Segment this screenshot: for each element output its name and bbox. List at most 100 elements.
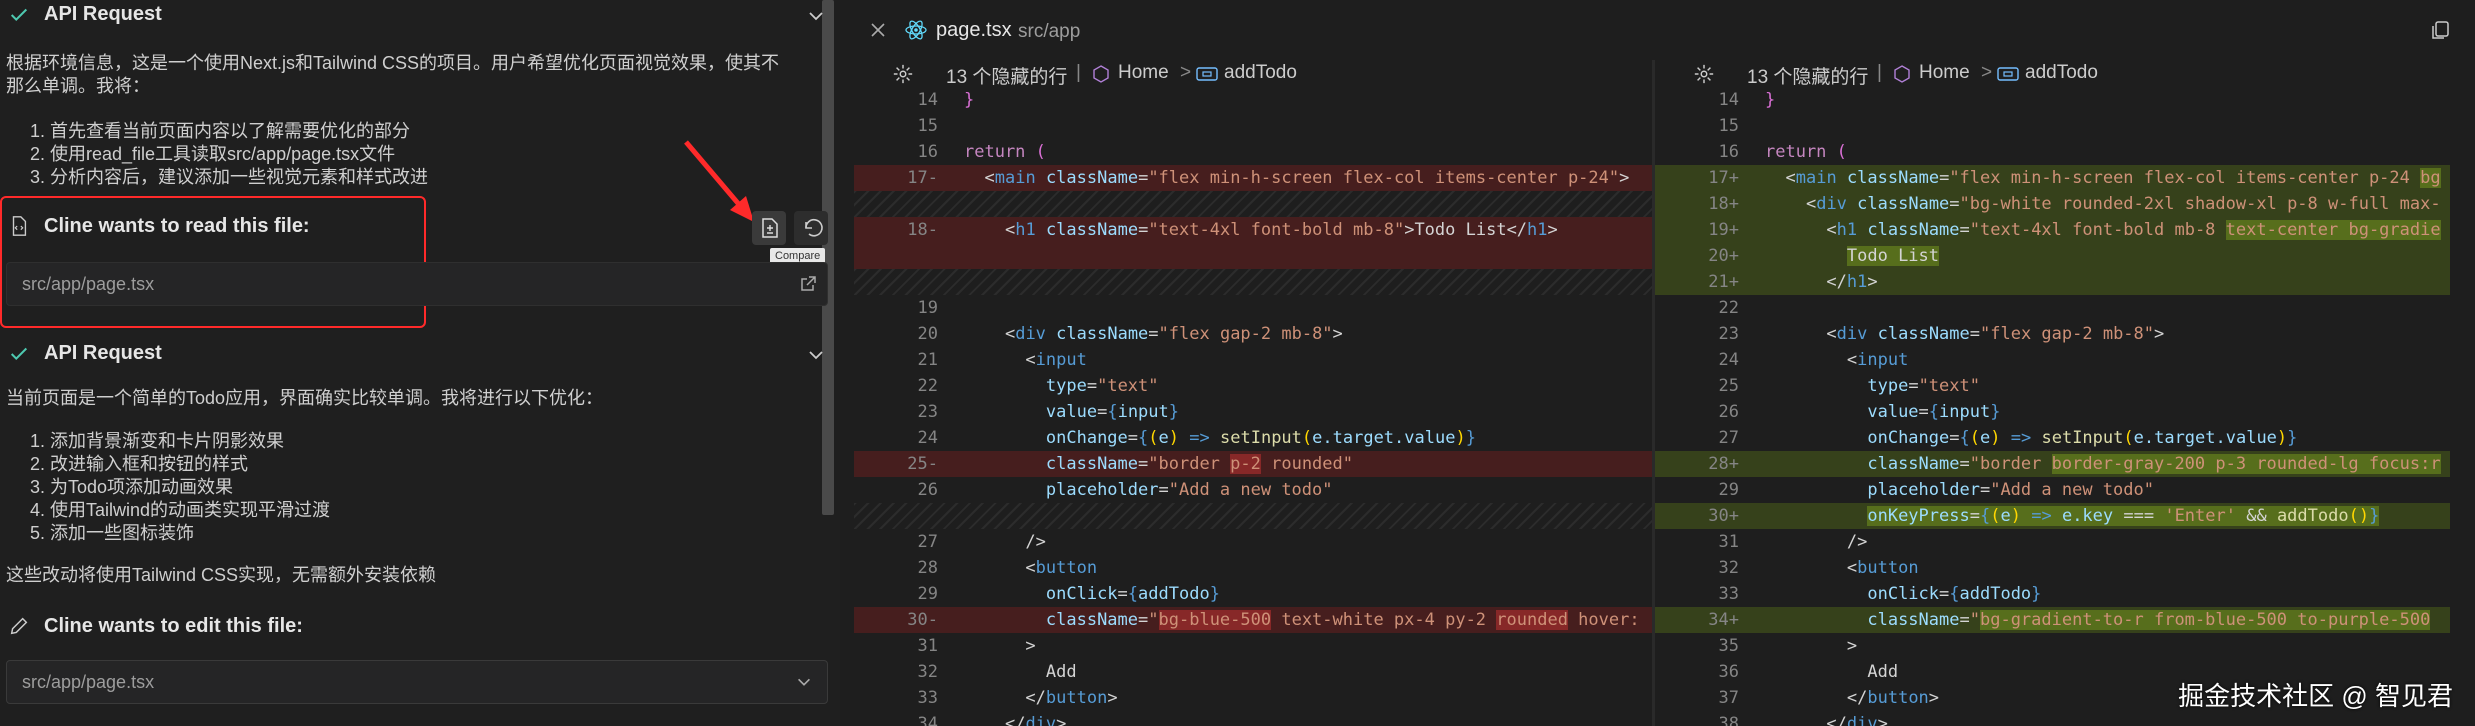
chevron-down-icon[interactable] <box>795 673 813 691</box>
undo-icon <box>805 218 823 237</box>
edit-file-title: Cline wants to edit this file: <box>44 615 303 637</box>
code-line: 34 </div> <box>917 714 1067 726</box>
code-line-filler <box>854 191 1652 217</box>
code-line: 15 <box>917 116 938 136</box>
code-line-deleted: 18- <h1 className="text-4xl font-bold mb… <box>854 217 1652 269</box>
chevron-down-icon[interactable] <box>806 6 826 26</box>
api-request-header-2[interactable]: API Request <box>0 339 830 373</box>
tab-file-name[interactable]: page.tsx <box>936 19 1012 42</box>
tab-file-path: src/app <box>1018 21 1081 42</box>
hidden-lines-label[interactable]: 13 个隐藏的行 <box>946 62 1067 89</box>
component-icon <box>1894 65 1910 83</box>
cline-chat-panel: API Request 根据环境信息，这是一个使用Next.js和Tailwin… <box>0 0 840 726</box>
code-line: 27 onChange={(e) => setInput(e.target.va… <box>1718 428 2298 448</box>
edit-file-path-row[interactable]: src/app/page.tsx <box>6 660 828 704</box>
breadcrumb: 13 个隐藏的行 | Home > addTodo <box>1655 60 2450 88</box>
list-item: 1. 添加背景渐变和卡片阴影效果 <box>30 431 285 451</box>
editor-tab-bar: page.tsx src/app <box>854 0 2475 60</box>
check-icon <box>10 8 28 22</box>
code-line: 16 return ( <box>917 142 1046 162</box>
read-file-path-row[interactable]: src/app/page.tsx <box>6 262 828 306</box>
list-item: 2. 使用read_file工具读取src/app/page.tsx文件 <box>30 144 396 164</box>
code-line: 21 <input <box>917 350 1087 370</box>
code-line: 32 <button <box>1718 558 1919 578</box>
watermark: 掘金技术社区 @ 智见君 <box>2178 681 2453 711</box>
code-line: 20 <div className="flex gap-2 mb-8"> <box>917 324 1343 344</box>
summary-text: 这些改动将使用Tailwind CSS实现，无需额外安装依赖 <box>6 565 437 585</box>
gear-icon[interactable] <box>1693 63 1715 85</box>
code-line: 33 onClick={addTodo} <box>1718 584 2042 604</box>
breadcrumb-separator: | <box>1076 62 1081 83</box>
code-line: 29 onClick={addTodo} <box>917 584 1220 604</box>
breadcrumb-function[interactable]: addTodo <box>2025 62 2098 84</box>
compare-button[interactable] <box>752 211 786 245</box>
diff-icon <box>762 218 778 238</box>
analysis-text: 当前页面是一个简单的Todo应用，界面确实比较单调。我将进行以下优化： <box>6 388 604 408</box>
file-code-icon <box>12 216 27 236</box>
breadcrumb-function[interactable]: addTodo <box>1224 62 1297 84</box>
code-line: 14} <box>1718 90 1776 110</box>
code-lines[interactable]: 14} 15 16 return ( 17+ <main className="f… <box>1655 87 2450 726</box>
list-item: 2. 改进输入框和按钮的样式 <box>30 454 249 474</box>
code-line-deleted: 25- className="border p-2 rounded" <box>854 451 1652 477</box>
code-line-added: 30+ onKeyPress={(e) => e.key === 'Enter'… <box>1655 503 2450 529</box>
code-line-deleted: 30- className="bg-blue-500 text-white px… <box>854 607 1652 633</box>
code-line: 31 > <box>917 636 1036 656</box>
api-request-title: API Request <box>44 3 162 25</box>
list-item: 1. 首先查看当前页面内容以了解需要优化的部分 <box>30 121 411 141</box>
code-line: 24 onChange={(e) => setInput(e.target.va… <box>917 428 1476 448</box>
list-item: 4. 使用Tailwind的动画类实现平滑过渡 <box>30 500 331 520</box>
list-item: 3. 为Todo项添加动画效果 <box>30 477 234 497</box>
breadcrumb-home[interactable]: Home <box>1118 62 1169 84</box>
code-line: 14} <box>917 90 975 110</box>
pencil-icon <box>10 617 28 635</box>
breadcrumb-arrow: > <box>1180 62 1192 83</box>
plan-list: 1. 首先查看当前页面内容以了解需要优化的部分 2. 使用read_file工具… <box>30 120 428 189</box>
read-file-title: Cline wants to read this file: <box>44 215 310 237</box>
code-line-filler <box>854 269 1652 295</box>
code-line: 22 type="text" <box>917 376 1159 396</box>
code-line: 27 /> <box>917 532 1046 552</box>
variable-icon <box>1196 67 1218 81</box>
breadcrumb: 13 个隐藏的行 | Home > addTodo <box>854 60 1652 88</box>
copy-icon[interactable] <box>2428 18 2452 42</box>
code-line-added: 19+ <h1 className="text-4xl font-bold mb… <box>1655 217 2450 243</box>
intro-text: 根据环境信息，这是一个使用Next.js和Tailwind CSS的项目。用户希… <box>6 53 780 96</box>
code-line: 26 value={input} <box>1718 402 2001 422</box>
modified-pane[interactable]: 13 个隐藏的行 | Home > addTodo 14} 15 16 retur… <box>1652 60 2450 726</box>
open-external-icon[interactable] <box>798 274 818 294</box>
chevron-down-icon[interactable] <box>806 345 826 365</box>
code-line-added: 34+ className="bg-gradient-to-r from-blu… <box>1655 607 2450 633</box>
breadcrumb-home[interactable]: Home <box>1919 62 1970 84</box>
close-icon[interactable] <box>866 18 890 42</box>
hidden-lines-label[interactable]: 13 个隐藏的行 <box>1747 62 1868 89</box>
code-line: 26 placeholder="Add a new todo" <box>917 480 1333 500</box>
code-line: 32 Add <box>917 662 1077 682</box>
code-line-filler <box>854 503 1652 529</box>
code-line: 29 placeholder="Add a new todo" <box>1718 480 2154 500</box>
code-line-added: 18+ <div className="bg-white rounded-2xl… <box>1655 191 2450 217</box>
code-line: 31 /> <box>1718 532 1868 552</box>
code-line-added: 28+ className="border border-gray-200 p-… <box>1655 451 2450 477</box>
red-arrow-annotation <box>684 140 754 222</box>
breadcrumb-arrow: > <box>1981 62 1993 83</box>
code-line-added: 20+ Todo List <box>1655 243 2450 269</box>
original-pane[interactable]: 13 个隐藏的行 | Home > addTodo 14} 15 16 retur… <box>854 60 1652 726</box>
code-lines[interactable]: 14} 15 16 return ( 17- <main className="f… <box>854 87 1652 726</box>
file-path: src/app/page.tsx <box>22 672 155 692</box>
code-line: 16 return ( <box>1718 142 1847 162</box>
code-line: 19 <box>917 298 938 318</box>
undo-button[interactable] <box>794 211 828 245</box>
code-line-deleted: 17- <main className="flex min-h-screen f… <box>854 165 1652 191</box>
variable-icon <box>1997 67 2019 81</box>
gear-icon[interactable] <box>892 63 914 85</box>
api-request-header-1[interactable]: API Request <box>0 0 830 34</box>
breadcrumb-separator: | <box>1877 62 1882 83</box>
code-line: 35 > <box>1718 636 1858 656</box>
code-line: 38 </div> <box>1718 714 1888 726</box>
code-line: 33 </button> <box>917 688 1118 708</box>
file-path: src/app/page.tsx <box>22 274 155 294</box>
optimization-list: 1. 添加背景渐变和卡片阴影效果 2. 改进输入框和按钮的样式 3. 为Todo… <box>30 430 330 545</box>
code-line-added: 17+ <main className="flex min-h-screen f… <box>1655 165 2450 191</box>
diff-editor: page.tsx src/app 13 个隐藏的行 | Home > addTo… <box>854 0 2475 726</box>
